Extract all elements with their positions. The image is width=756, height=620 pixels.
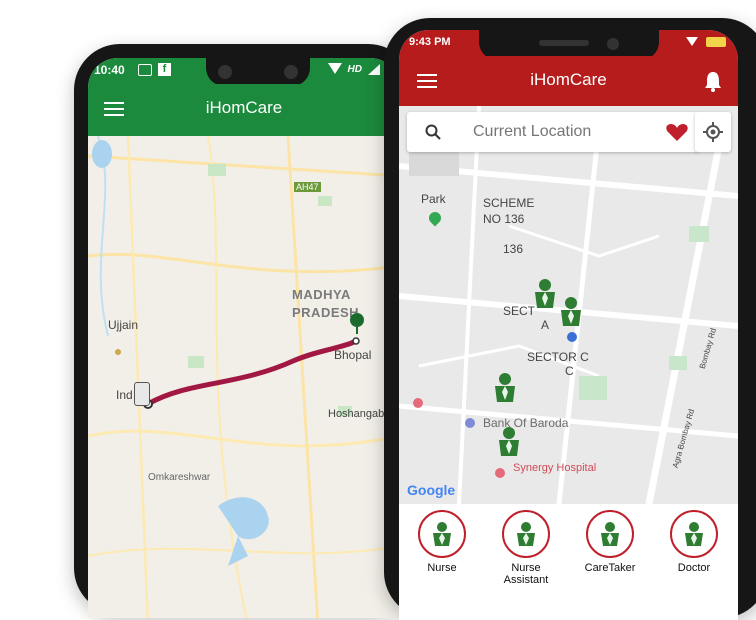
hospital-label: Synergy Hospital [513, 462, 597, 474]
hospital-pin-icon [495, 468, 505, 478]
camera-icon-2 [284, 65, 298, 79]
battery-icon [706, 37, 726, 47]
city-label-indore: Ind [116, 388, 133, 402]
city-label-bhopal: Bhopal [334, 348, 372, 362]
left-phone: 10:40 f HD iHomCare AH47 MADHYA PRADESH … [74, 44, 414, 618]
network-label: HD [347, 64, 362, 75]
left-app-title: iHomCare [205, 98, 283, 117]
map-pin-caretaker-1[interactable] [533, 278, 557, 312]
my-location-dot-icon [567, 332, 577, 342]
poi-pin-icon [413, 398, 423, 408]
tab-nurse[interactable]: Nurse [403, 510, 481, 574]
notification-bell-icon[interactable] [704, 70, 722, 97]
search-input[interactable] [471, 119, 635, 145]
left-status-time: 10:40 [94, 63, 125, 77]
right-app-title: iHomCare [530, 70, 607, 89]
wifi-icon-right [686, 37, 698, 46]
camera-icon [218, 65, 232, 79]
sector-a-letter: A [541, 318, 550, 332]
right-screen: 9:43 PM iHomCare Park SCHEME NO 136 136 … [399, 30, 738, 620]
favorite-heart-icon[interactable] [665, 122, 689, 147]
locate-me-button[interactable] [695, 112, 731, 152]
right-app-bar: iHomCare [399, 56, 738, 106]
message-icon [138, 64, 152, 76]
doctor-icon [670, 510, 718, 558]
right-phone: 9:43 PM iHomCare Park SCHEME NO 136 136 … [384, 18, 756, 620]
tab-nurse-assistant[interactable]: Nurse Assistant [487, 510, 565, 586]
wifi-icon [328, 63, 342, 74]
road-label: AH47 [294, 182, 321, 192]
left-notch [206, 58, 310, 86]
tab-caretaker-label: CareTaker [584, 562, 636, 574]
tab-doctor-label: Doctor [677, 562, 711, 574]
caretaker-icon [586, 510, 634, 558]
bank-label: Bank Of Baroda [483, 416, 569, 430]
sector-number-label: 136 [503, 242, 524, 256]
right-map[interactable]: Park SCHEME NO 136 136 SECT A SECTOR C C… [399, 106, 738, 504]
gps-target-icon [703, 122, 723, 147]
left-map[interactable]: AH47 MADHYA PRADESH Ujjain Ind Bhopal Ho… [88, 136, 400, 618]
nurse-assistant-icon [502, 510, 550, 558]
signal-icon [368, 64, 380, 75]
tab-nurse-label: Nurse [427, 562, 457, 574]
scheme-no-label: NO 136 [483, 212, 525, 226]
tab-nurse-assistant-label: Nurse Assistant [503, 562, 549, 586]
category-tabs: Nurse Nurse Assistant CareTaker Doctor [399, 504, 738, 594]
scheme-label: SCHEME [483, 196, 535, 210]
map-pin-caretaker-2[interactable] [559, 296, 583, 330]
facebook-icon: f [158, 63, 171, 76]
bank-pin-icon [465, 418, 475, 428]
map-pin-caretaker-4[interactable] [497, 426, 521, 460]
park-label: Park [421, 192, 446, 206]
left-screen: 10:40 f HD iHomCare AH47 MADHYA PRADESH … [88, 58, 400, 618]
front-camera-icon [607, 38, 619, 50]
tab-doctor[interactable]: Doctor [655, 510, 733, 574]
place-label: Omkareshwar [148, 472, 211, 483]
google-logo: Google [407, 482, 456, 498]
destination-pin-icon [350, 313, 364, 340]
city-label-hoshangabad: Hoshangab [328, 408, 385, 420]
tab-caretaker[interactable]: CareTaker [571, 510, 649, 574]
map-pin-caretaker-3[interactable] [493, 372, 517, 406]
search-bar[interactable] [407, 112, 699, 152]
city-label-ujjain: Ujjain [108, 318, 139, 332]
search-icon[interactable] [425, 124, 441, 145]
sector-c-label: SECTOR C [527, 350, 589, 364]
left-app-bar: iHomCare [88, 84, 400, 136]
speaker-icon [539, 40, 589, 46]
nurse-icon [418, 510, 466, 558]
sector-a-label: SECT [503, 304, 536, 318]
right-status-time: 9:43 PM [409, 36, 451, 48]
sector-c-letter: C [565, 364, 574, 378]
vehicle-icon [134, 382, 150, 406]
